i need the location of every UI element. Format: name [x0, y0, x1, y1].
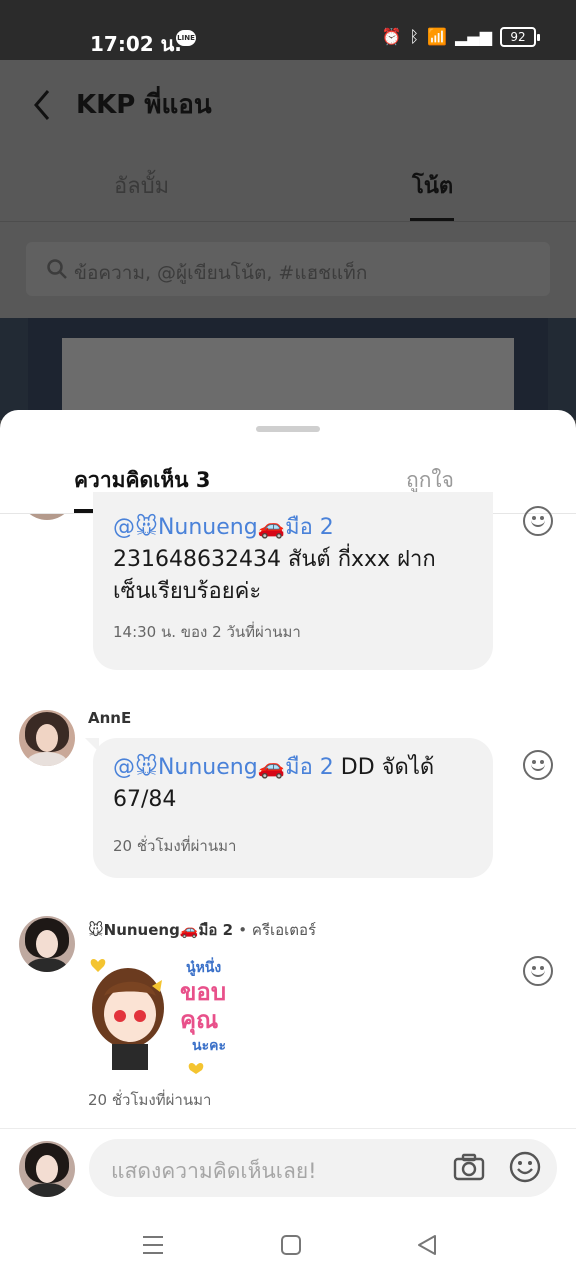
comment-bubble[interactable]: @🐭Nunueng🚗มือ 2 DD จัดได้ 67/84 20 ชั่วโ… — [85, 738, 493, 878]
comments-sheet: ความคิดเห็น 3 ถูกใจ @🐭Nunueng🚗มือ 2 2316… — [0, 410, 576, 1280]
back-nav-icon[interactable] — [416, 1234, 438, 1256]
thank-you-sticker[interactable]: นู๋หนึ่ง ขอบ คุณ นะคะ — [88, 950, 238, 1076]
mention-link[interactable]: @🐭Nunueng🚗มือ 2 — [113, 755, 334, 780]
reaction-smile-icon[interactable] — [523, 506, 553, 536]
tab-bar: อัลบั้ม โน้ต — [0, 150, 576, 222]
comment-input-bar: แสดงความคิดเห็นเลย! — [0, 1128, 576, 1218]
my-avatar[interactable] — [19, 1141, 75, 1197]
status-bar: 17:02 น. LINE ⏰ ᛒ 📶 ▂▄▆ 92 — [0, 0, 576, 60]
note-image-preview — [0, 318, 576, 420]
mention-link[interactable]: @🐭Nunueng🚗มือ 2 — [113, 515, 334, 540]
comment-time: 20 ชั่วโมงที่ผ่านมา — [88, 1091, 212, 1109]
sticker-line-3: คุณ — [180, 1006, 218, 1036]
system-nav-bar — [0, 1218, 576, 1280]
comment-input-placeholder: แสดงความคิดเห็นเลย! — [111, 1159, 317, 1183]
tab-note[interactable]: โน้ต — [412, 168, 453, 203]
comment-time: 14:30 น. ของ 2 วันที่ผ่านมา — [113, 623, 301, 641]
page-title: KKP พี่แอน — [76, 90, 212, 120]
reaction-smile-icon[interactable] — [523, 750, 553, 780]
background-app: KKP พี่แอน อัลบั้ม โน้ต ข้อความ, @ผู้เขี… — [0, 60, 576, 420]
creator-badge: • ครีเอเตอร์ — [238, 921, 317, 939]
back-arrow-icon[interactable] — [30, 85, 54, 125]
comment-input[interactable]: แสดงความคิดเห็นเลย! — [89, 1139, 557, 1197]
avatar[interactable] — [19, 710, 75, 766]
signal-icon: ▂▄▆ — [455, 27, 492, 46]
wifi-icon: 📶 — [427, 27, 448, 46]
tab-active-indicator — [410, 218, 454, 221]
comment-bubble[interactable]: @🐭Nunueng🚗มือ 2 231648632434 สันต์ กี่xx… — [93, 492, 493, 670]
home-icon[interactable] — [280, 1234, 302, 1256]
comment-time: 20 ชั่วโมงที่ผ่านมา — [113, 837, 237, 855]
alarm-icon: ⏰ — [381, 27, 402, 46]
reaction-smile-icon[interactable] — [523, 956, 553, 986]
tab-album[interactable]: อัลบั้ม — [114, 168, 169, 203]
comment-username[interactable]: AnnE — [88, 709, 131, 727]
line-app-badge: LINE — [176, 30, 196, 46]
comment-username: 🐭Nunueng🚗มือ 2 • ครีเอเตอร์ — [88, 918, 316, 942]
emoji-icon[interactable] — [509, 1151, 541, 1183]
sheet-drag-handle[interactable] — [256, 426, 320, 432]
bluetooth-icon: ᛒ — [409, 27, 420, 46]
battery-icon: 92 — [500, 27, 540, 47]
creator-name[interactable]: 🐭Nunueng🚗มือ 2 — [88, 921, 233, 939]
sticker-line-1: นู๋หนึ่ง — [186, 957, 221, 976]
camera-icon[interactable] — [453, 1153, 485, 1181]
header: KKP พี่แอน — [0, 60, 576, 150]
avatar[interactable] — [19, 916, 75, 972]
menu-icon[interactable] — [142, 1234, 164, 1256]
search-icon — [47, 259, 67, 279]
status-time: 17:02 น. — [90, 32, 182, 56]
status-icons: ⏰ ᛒ 📶 ▂▄▆ 92 — [381, 26, 540, 48]
search-placeholder: ข้อความ, @ผู้เขียนโน้ต, #แฮชแท็ก — [74, 262, 368, 284]
sticker-line-2: ขอบ — [180, 978, 226, 1006]
sticker-line-4: นะคะ — [192, 1038, 226, 1054]
note-photo[interactable] — [62, 338, 514, 420]
search-input[interactable]: ข้อความ, @ผู้เขียนโน้ต, #แฮชแท็ก — [26, 242, 550, 296]
comment-text: 231648632434 สันต์ กี่xxx ฝากเซ็นเรียบร้… — [113, 547, 436, 604]
